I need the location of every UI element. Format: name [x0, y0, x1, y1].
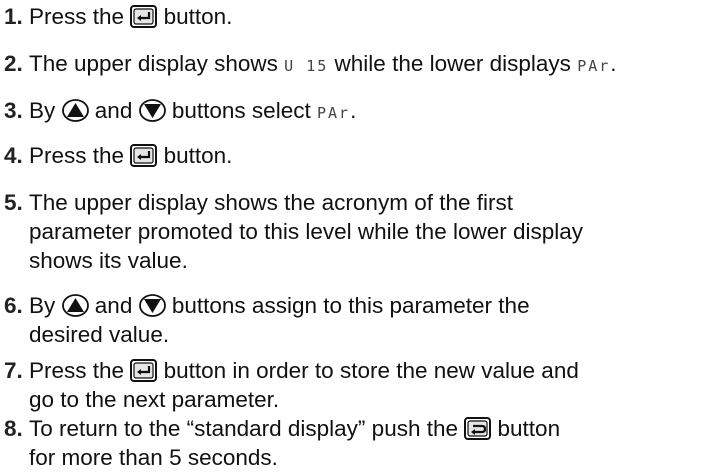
- step-number: 4.: [4, 143, 23, 168]
- step-number: 3.: [4, 98, 23, 123]
- step-text: By: [29, 293, 56, 318]
- step-text: button.: [163, 143, 233, 168]
- step-text: Press the: [29, 358, 125, 383]
- step-text: buttons assign to this parameter the: [171, 293, 530, 318]
- step-number: 2.: [4, 51, 23, 76]
- step-text: By: [29, 98, 56, 123]
- step-text: Press the: [29, 143, 125, 168]
- step-number: 8.: [4, 416, 23, 441]
- menu-code: PAr: [316, 104, 351, 122]
- step-number: 7.: [4, 358, 23, 383]
- upper-display-code: U 15: [284, 57, 329, 75]
- up-arrow-icon: [61, 99, 89, 122]
- step-text: parameter promoted to this level while t…: [29, 219, 584, 244]
- step-text: for more than 5 seconds.: [29, 445, 278, 470]
- step-text: shows its value.: [29, 248, 188, 273]
- enter-key-icon: [130, 144, 158, 167]
- step-text: The upper display shows: [29, 51, 278, 76]
- down-arrow-icon: [138, 294, 166, 317]
- step-text: go to the next parameter.: [29, 387, 280, 412]
- step-number: 1.: [4, 4, 23, 29]
- enter-key-icon: [130, 5, 158, 28]
- step-text: button.: [163, 4, 233, 29]
- step-text: button: [497, 416, 561, 441]
- lower-display-code: PAr: [577, 57, 611, 75]
- step-number: 5.: [4, 190, 23, 215]
- step-text: buttons select: [171, 98, 311, 123]
- step-number: 6.: [4, 293, 23, 318]
- down-arrow-icon: [138, 99, 166, 122]
- step-text: To return to the “standard display” push…: [29, 416, 458, 441]
- enter-key-icon: [130, 359, 158, 382]
- loop-return-icon: [464, 417, 492, 440]
- step-text: Press the: [29, 4, 125, 29]
- step-text: desired value.: [29, 322, 170, 347]
- step-text: while the lower displays: [334, 51, 571, 76]
- step-text: The upper display shows the acronym of t…: [29, 190, 513, 215]
- step-text: and: [94, 98, 133, 123]
- step-text: and: [94, 293, 133, 318]
- step-text: button in order to store the new value a…: [163, 358, 579, 383]
- up-arrow-icon: [61, 294, 89, 317]
